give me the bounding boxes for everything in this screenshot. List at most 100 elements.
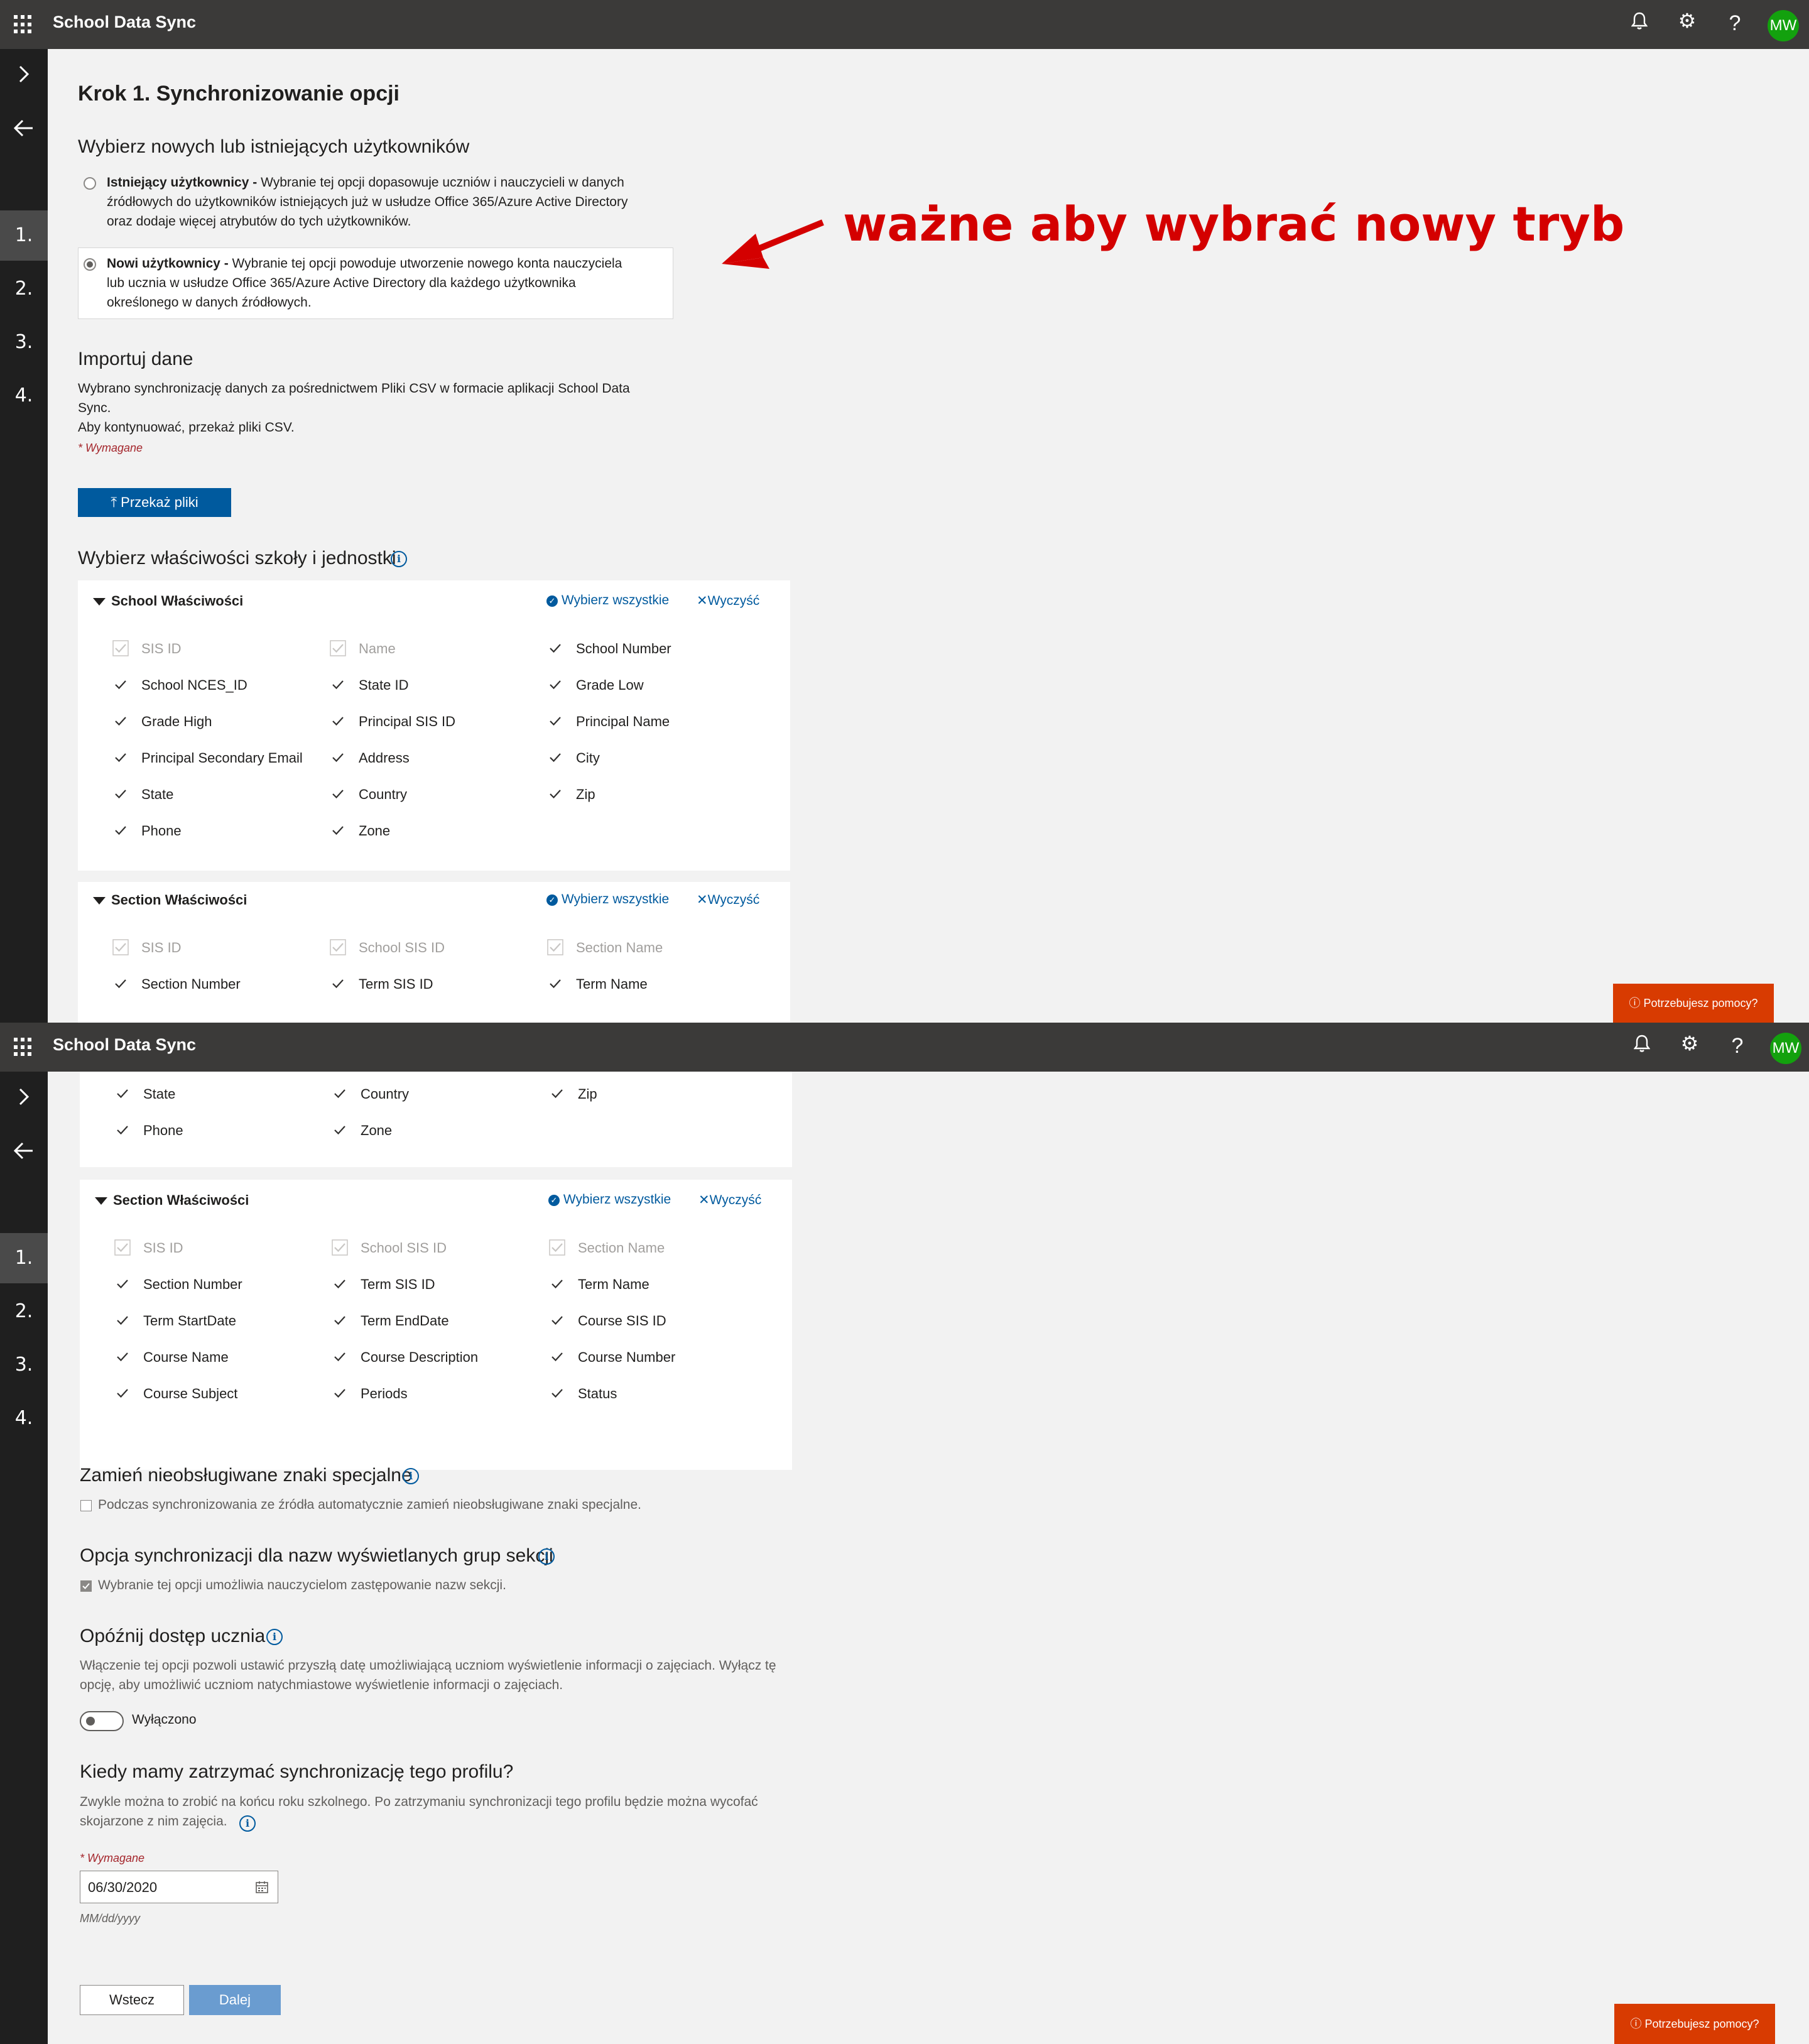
- step-3[interactable]: 3.: [0, 1340, 48, 1390]
- property-checkbox[interactable]: [549, 1276, 565, 1292]
- property-checkbox[interactable]: [549, 1385, 565, 1401]
- info-icon[interactable]: i: [266, 1629, 283, 1645]
- waffle-icon[interactable]: [14, 1038, 33, 1057]
- step-4[interactable]: 4.: [0, 371, 48, 421]
- school-clear-link[interactable]: ✕Wyczyść: [697, 593, 759, 609]
- property-checkbox[interactable]: [332, 1122, 348, 1138]
- property-checkbox[interactable]: [547, 749, 563, 766]
- property-checkbox[interactable]: [330, 822, 346, 839]
- collapse-triangle-icon[interactable]: [95, 1197, 107, 1205]
- property-checkbox[interactable]: [330, 786, 346, 802]
- property-checkbox[interactable]: [332, 1276, 348, 1292]
- calendar-icon[interactable]: [255, 1880, 269, 1894]
- help-button[interactable]: ⓘ Potrzebujesz pomocy?: [1613, 984, 1774, 1023]
- app-title[interactable]: School Data Sync: [53, 13, 196, 32]
- section-clear-link[interactable]: ✕Wyczyść: [697, 892, 759, 908]
- section-select-all-link[interactable]: ✓ Wybierz wszystkie: [548, 1192, 671, 1207]
- property-checkbox[interactable]: [332, 1085, 348, 1102]
- gear-icon[interactable]: ⚙: [1675, 9, 1700, 33]
- bell-icon[interactable]: [1629, 1034, 1654, 1058]
- expand-chevron-icon[interactable]: [11, 1084, 36, 1115]
- back-arrow-icon[interactable]: [11, 116, 36, 146]
- check-circle-icon: ✓: [548, 1195, 560, 1206]
- expand-chevron-icon[interactable]: [11, 62, 36, 92]
- property-checkbox[interactable]: [330, 976, 346, 992]
- property-checkbox[interactable]: [332, 1312, 348, 1329]
- property-checkbox[interactable]: [332, 1349, 348, 1365]
- existing-users-option[interactable]: Istniejący użytkownicy - Wybranie tej op…: [107, 173, 710, 231]
- property-label: SIS ID: [143, 1240, 183, 1256]
- existing-users-radio[interactable]: [84, 177, 96, 190]
- avatar[interactable]: MW: [1770, 1033, 1801, 1064]
- section-clear-link[interactable]: ✕Wyczyść: [698, 1192, 761, 1208]
- top-bar: School Data Sync ⚙ ? MW: [0, 1023, 1809, 1072]
- property-checkbox[interactable]: [549, 1085, 565, 1102]
- property-checkbox[interactable]: [330, 713, 346, 729]
- property-checkbox[interactable]: [114, 1276, 131, 1292]
- section-select-all-link[interactable]: ✓ Wybierz wszystkie: [546, 892, 669, 907]
- property-checkbox[interactable]: [112, 976, 129, 992]
- bell-icon[interactable]: [1627, 11, 1652, 35]
- step-4[interactable]: 4.: [0, 1393, 48, 1443]
- new-users-option[interactable]: Nowi użytkownicy - Wybranie tej opcji po…: [107, 254, 672, 312]
- info-icon[interactable]: i: [538, 1548, 555, 1565]
- property-checkbox[interactable]: [112, 713, 129, 729]
- screenshot-bottom: School Data Sync ⚙ ? MW 1. 2. 3. 4. Stat…: [0, 1023, 1809, 2044]
- step-1[interactable]: 1.: [0, 210, 48, 261]
- gear-icon[interactable]: ⚙: [1677, 1031, 1702, 1055]
- property-label: Phone: [141, 823, 182, 839]
- info-icon[interactable]: i: [391, 551, 407, 567]
- property-checkbox[interactable]: [114, 1122, 131, 1138]
- app-title[interactable]: School Data Sync: [53, 1035, 196, 1055]
- help-icon[interactable]: ?: [1725, 1034, 1750, 1058]
- step-2[interactable]: 2.: [0, 1286, 48, 1337]
- waffle-icon[interactable]: [14, 15, 33, 34]
- property-checkbox[interactable]: [547, 976, 563, 992]
- back-arrow-icon[interactable]: [11, 1138, 36, 1169]
- property-checkbox[interactable]: [114, 1085, 131, 1102]
- property-checkbox[interactable]: [112, 749, 129, 766]
- info-icon[interactable]: i: [403, 1468, 419, 1484]
- new-users-radio[interactable]: [84, 258, 96, 271]
- clear-label: Wyczyść: [707, 594, 760, 608]
- upload-files-button[interactable]: ⤒ Przekaż pliki: [78, 488, 231, 517]
- section-card-title: Section Właściwości: [111, 892, 247, 908]
- property-checkbox[interactable]: [114, 1385, 131, 1401]
- property-checkbox[interactable]: [549, 1312, 565, 1329]
- stop-date-input[interactable]: 06/30/2020: [80, 1871, 278, 1903]
- group-names-checkbox[interactable]: [80, 1580, 92, 1592]
- annotation-arrow-icon: [722, 219, 824, 269]
- step-1[interactable]: 1.: [0, 1233, 48, 1283]
- property-checkbox[interactable]: [547, 786, 563, 802]
- property-checkbox[interactable]: [330, 677, 346, 693]
- property-checkbox[interactable]: [114, 1349, 131, 1365]
- property-checkbox[interactable]: [112, 786, 129, 802]
- property-label: Phone: [143, 1123, 183, 1138]
- property-checkbox[interactable]: [112, 822, 129, 839]
- help-button[interactable]: ⓘ Potrzebujesz pomocy?: [1614, 2004, 1775, 2044]
- property-checkbox[interactable]: [112, 677, 129, 693]
- delay-toggle[interactable]: [80, 1711, 124, 1731]
- collapse-triangle-icon[interactable]: [93, 598, 106, 606]
- step-3[interactable]: 3.: [0, 317, 48, 367]
- info-icon[interactable]: i: [239, 1815, 256, 1832]
- property-label: Section Name: [578, 1240, 665, 1256]
- property-checkbox[interactable]: [330, 749, 346, 766]
- property-checkbox[interactable]: [332, 1385, 348, 1401]
- property-label: School NCES_ID: [141, 677, 247, 693]
- avatar[interactable]: MW: [1768, 10, 1799, 41]
- group-names-heading: Opcja synchronizacji dla nazw wyświetlan…: [80, 1545, 553, 1566]
- school-select-all-link[interactable]: ✓ Wybierz wszystkie: [546, 593, 669, 608]
- property-checkbox[interactable]: [547, 713, 563, 729]
- property-checkbox[interactable]: [547, 640, 563, 656]
- property-checkbox[interactable]: [547, 677, 563, 693]
- help-icon[interactable]: ?: [1722, 11, 1747, 36]
- special-chars-checkbox[interactable]: [80, 1500, 92, 1511]
- next-button[interactable]: Dalej: [189, 1985, 281, 2015]
- property-checkbox[interactable]: [549, 1349, 565, 1365]
- property-label: Status: [578, 1386, 617, 1401]
- property-checkbox[interactable]: [114, 1312, 131, 1329]
- back-button[interactable]: Wstecz: [80, 1985, 184, 2015]
- collapse-triangle-icon[interactable]: [93, 897, 106, 905]
- step-2[interactable]: 2.: [0, 264, 48, 314]
